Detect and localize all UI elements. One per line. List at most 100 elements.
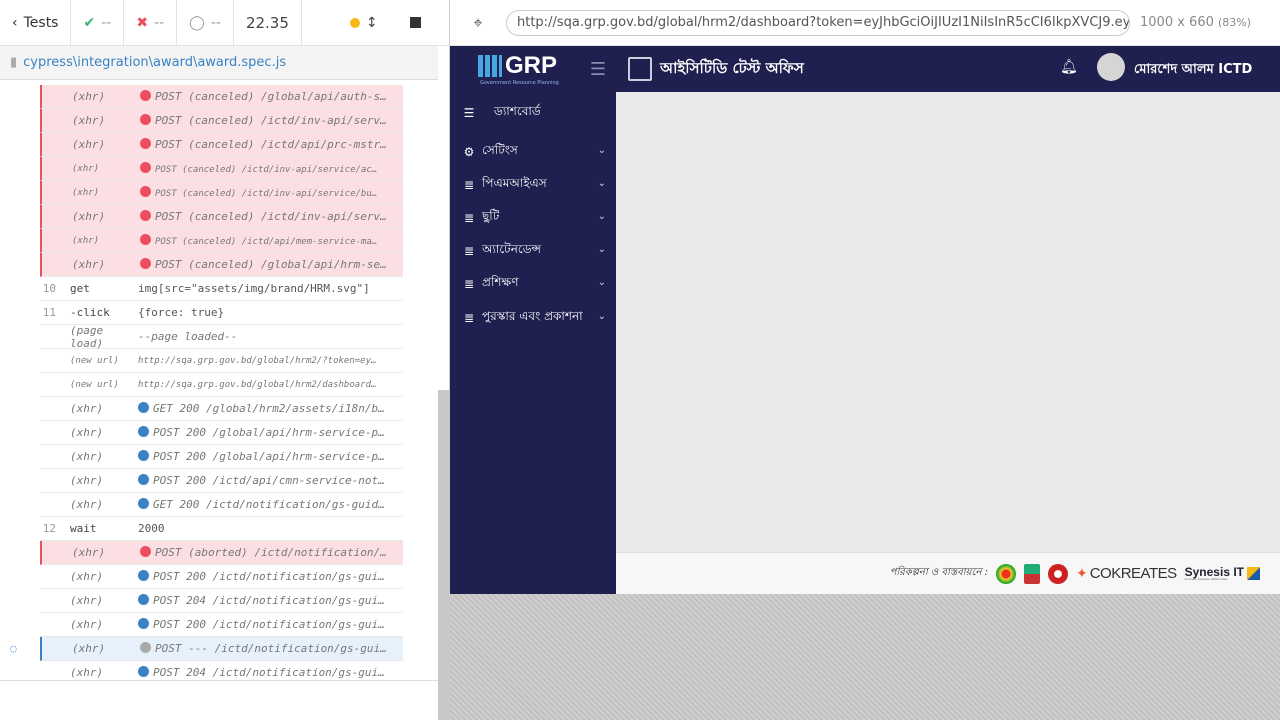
sidebar-item[interactable]: ⚙ সেটিংস ⌄ [450, 137, 616, 167]
viewport-size: 1000 x 660 (83%) [1140, 15, 1252, 30]
command-name: (xhr) [72, 138, 106, 151]
command-log[interactable]: (xhr) POST (canceled) /global/api/auth-s…… [0, 81, 438, 685]
chevron-down-icon: ⌄ [597, 211, 606, 222]
sidebar-item[interactable]: ☰ ড্যাশবোর্ড [450, 98, 616, 128]
stop-button[interactable] [390, 0, 433, 46]
runner-bottom-bar [0, 680, 438, 720]
command-row[interactable]: (xhr) GET 200 /global/hrm2/assets/i18n/b… [40, 397, 403, 421]
command-message: GET 200 /ictd/notification/gs-guid… [138, 498, 403, 511]
command-row[interactable]: (xhr) POST 200 /ictd/notification/gs-gui… [40, 565, 403, 589]
command-message: POST 204 /ictd/notification/gs-gui… [138, 666, 403, 679]
app-footer: পরিকল্পনা ও বাস্তবায়নে : ✦ COKREATES Sy… [616, 552, 1280, 594]
command-message: GET 200 /global/hrm2/assets/i18n/b… [138, 402, 403, 415]
spinner-icon: ◌ [10, 642, 17, 655]
command-row[interactable]: (xhr) POST 200 /global/api/hrm-service-p… [40, 445, 403, 469]
command-row[interactable]: (xhr) POST 200 /global/api/hrm-service-p… [40, 421, 403, 445]
command-message: POST 200 /global/api/hrm-service-p… [138, 426, 403, 439]
command-message: POST (canceled) /ictd/inv-api/serv… [140, 210, 403, 223]
command-message-text: POST (aborted) /ictd/notification/… [155, 546, 387, 559]
command-row[interactable]: (new url) http://sqa.grp.gov.bd/global/hr… [40, 349, 403, 373]
status-dot-icon [138, 402, 149, 413]
command-message: POST (canceled) /ictd/api/prc-mstr… [140, 138, 403, 151]
command-message-text: POST 204 /ictd/notification/gs-gui… [153, 666, 385, 679]
command-row[interactable]: (xhr) GET 200 /ictd/notification/gs-guid… [40, 493, 403, 517]
sidebar-item[interactable]: ≣ ছুটি ⌄ [450, 203, 616, 233]
command-name: get [70, 282, 90, 295]
status-dot-icon [138, 666, 149, 677]
command-name: wait [70, 522, 97, 535]
command-row[interactable]: (page load) --page loaded-- [40, 324, 403, 350]
command-message: POST --- /ictd/notification/gs-gui… [140, 642, 403, 655]
gov-seal-icon [995, 563, 1016, 584]
command-row[interactable]: (new url) http://sqa.grp.gov.bd/global/hr… [40, 373, 403, 397]
synesis-mark-icon [1247, 567, 1260, 580]
command-message: POST 200 /ictd/api/cmn-service-not… [138, 474, 403, 487]
command-row[interactable]: (xhr) POST (canceled) /ictd/inv-api/servi… [40, 181, 403, 205]
sidebar-item[interactable]: ≣ পুরস্কার এবং প্রকাশনা ⌄ [450, 303, 616, 333]
scrollbar[interactable] [438, 390, 450, 720]
command-row[interactable]: (xhr) POST 200 /ictd/notification/gs-gui… [40, 613, 403, 637]
command-row[interactable]: (xhr) POST (canceled) /ictd/inv-api/servi… [40, 157, 403, 181]
database-icon: ≣ [463, 211, 475, 225]
status-dot-icon [349, 17, 360, 28]
spec-file-bar[interactable]: ▮ cypress\integration\award\award.spec.j… [0, 46, 438, 80]
office-name: আইসিটিডি টেস্ট অফিস [660, 58, 804, 77]
sidebar-item[interactable]: ≣ প্রশিক্ষণ ⌄ [450, 269, 616, 299]
command-name: (xhr) [72, 235, 100, 246]
command-row[interactable]: (xhr) POST (canceled) /global/api/hrm-se… [40, 253, 403, 277]
command-message: POST 200 /global/api/hrm-service-p… [138, 450, 403, 463]
chevron-down-icon: ⌄ [597, 277, 606, 288]
sidebar-item[interactable]: ≣ অ্যাটেনডেন্স ⌄ [450, 236, 616, 266]
command-message: {force: true} [138, 306, 403, 319]
command-row[interactable]: (xhr) POST 200 /ictd/api/cmn-service-not… [40, 469, 403, 493]
status-dot-icon [140, 234, 151, 245]
hamburger-icon[interactable]: ☰ [578, 59, 618, 80]
command-name: (xhr) [72, 546, 106, 559]
command-row[interactable]: 10 get img[src="assets/img/brand/HRM.svg"] [40, 277, 403, 301]
cypress-runner-panel: ‹ Tests ✔ -- ✖ -- ◯ -- 22.35 ↕ ▮ cypress… [0, 0, 450, 720]
command-message-text: GET 200 /ictd/notification/gs-guid… [153, 498, 385, 511]
command-row[interactable]: 11 -click {force: true} [40, 301, 403, 325]
tests-back-button[interactable]: ‹ Tests [0, 0, 72, 46]
command-message-text: POST 200 /ictd/notification/gs-gui… [153, 570, 385, 583]
command-name: (xhr) [70, 570, 104, 583]
command-name: (xhr) [70, 618, 104, 631]
url-input[interactable]: http://sqa.grp.gov.bd/global/hrm2/dashbo… [506, 9, 1130, 36]
command-message: http://sqa.grp.gov.bd/global/hrm2/dashbo… [138, 380, 403, 390]
stop-icon [409, 17, 421, 28]
user-name[interactable]: মোরশেদ আলম ICTD [1134, 60, 1252, 81]
command-message: img[src="assets/img/brand/HRM.svg"] [138, 282, 403, 295]
status-dot-icon [140, 138, 151, 149]
synesis-logo: Synesis IT Innovate, Integrate, Differen… [1185, 566, 1260, 581]
avatar[interactable] [1097, 53, 1125, 81]
check-icon: ✔ [83, 14, 96, 31]
command-row[interactable]: (xhr) POST (canceled) /ictd/inv-api/serv… [40, 109, 403, 133]
command-row[interactable]: ◌ (xhr) POST --- /ictd/notification/gs-gui… [10, 637, 403, 661]
status-dot-icon [140, 210, 151, 221]
command-name: (new url) [70, 379, 119, 390]
command-message-text: POST (canceled) /global/api/hrm-se… [155, 258, 387, 271]
command-row[interactable]: (xhr) POST (aborted) /ictd/notification/… [40, 541, 403, 565]
list-icon: ☰ [463, 106, 475, 120]
bell-icon[interactable]: 🔔︎ [1060, 59, 1078, 75]
crosshair-icon[interactable]: ⌖ [450, 13, 506, 33]
auto-scroll-toggle[interactable]: ↕ [302, 0, 390, 46]
command-message-text: POST (canceled) /ictd/inv-api/serv… [155, 114, 387, 127]
command-message-text: POST (canceled) /ictd/api/mem-service-ma… [155, 237, 378, 247]
command-message-text: img[src="assets/img/brand/HRM.svg"] [138, 282, 370, 295]
command-name: (xhr) [72, 90, 106, 103]
command-name: (xhr) [72, 187, 100, 198]
grp-logo[interactable]: GRP Government Resource Planning [450, 46, 578, 92]
command-row[interactable]: (xhr) POST (canceled) /global/api/auth-s… [40, 85, 403, 109]
command-row[interactable]: (xhr) POST (canceled) /ictd/inv-api/serv… [40, 205, 403, 229]
sidebar-item[interactable]: ≣ পিএমআইএস ⌄ [450, 170, 616, 200]
command-name: (xhr) [72, 210, 106, 223]
cokreates-mark-icon: ✦ [1075, 565, 1088, 581]
command-row[interactable]: 12 wait 2000 [40, 517, 403, 541]
command-message: POST 200 /ictd/notification/gs-gui… [138, 618, 403, 631]
command-row[interactable]: (xhr) POST (canceled) /ictd/api/mem-servi… [40, 229, 403, 253]
status-dot-icon [138, 450, 149, 461]
command-row[interactable]: (xhr) POST 204 /ictd/notification/gs-gui… [40, 589, 403, 613]
office-icon [628, 57, 652, 81]
command-row[interactable]: (xhr) POST (canceled) /ictd/api/prc-mstr… [40, 133, 403, 157]
